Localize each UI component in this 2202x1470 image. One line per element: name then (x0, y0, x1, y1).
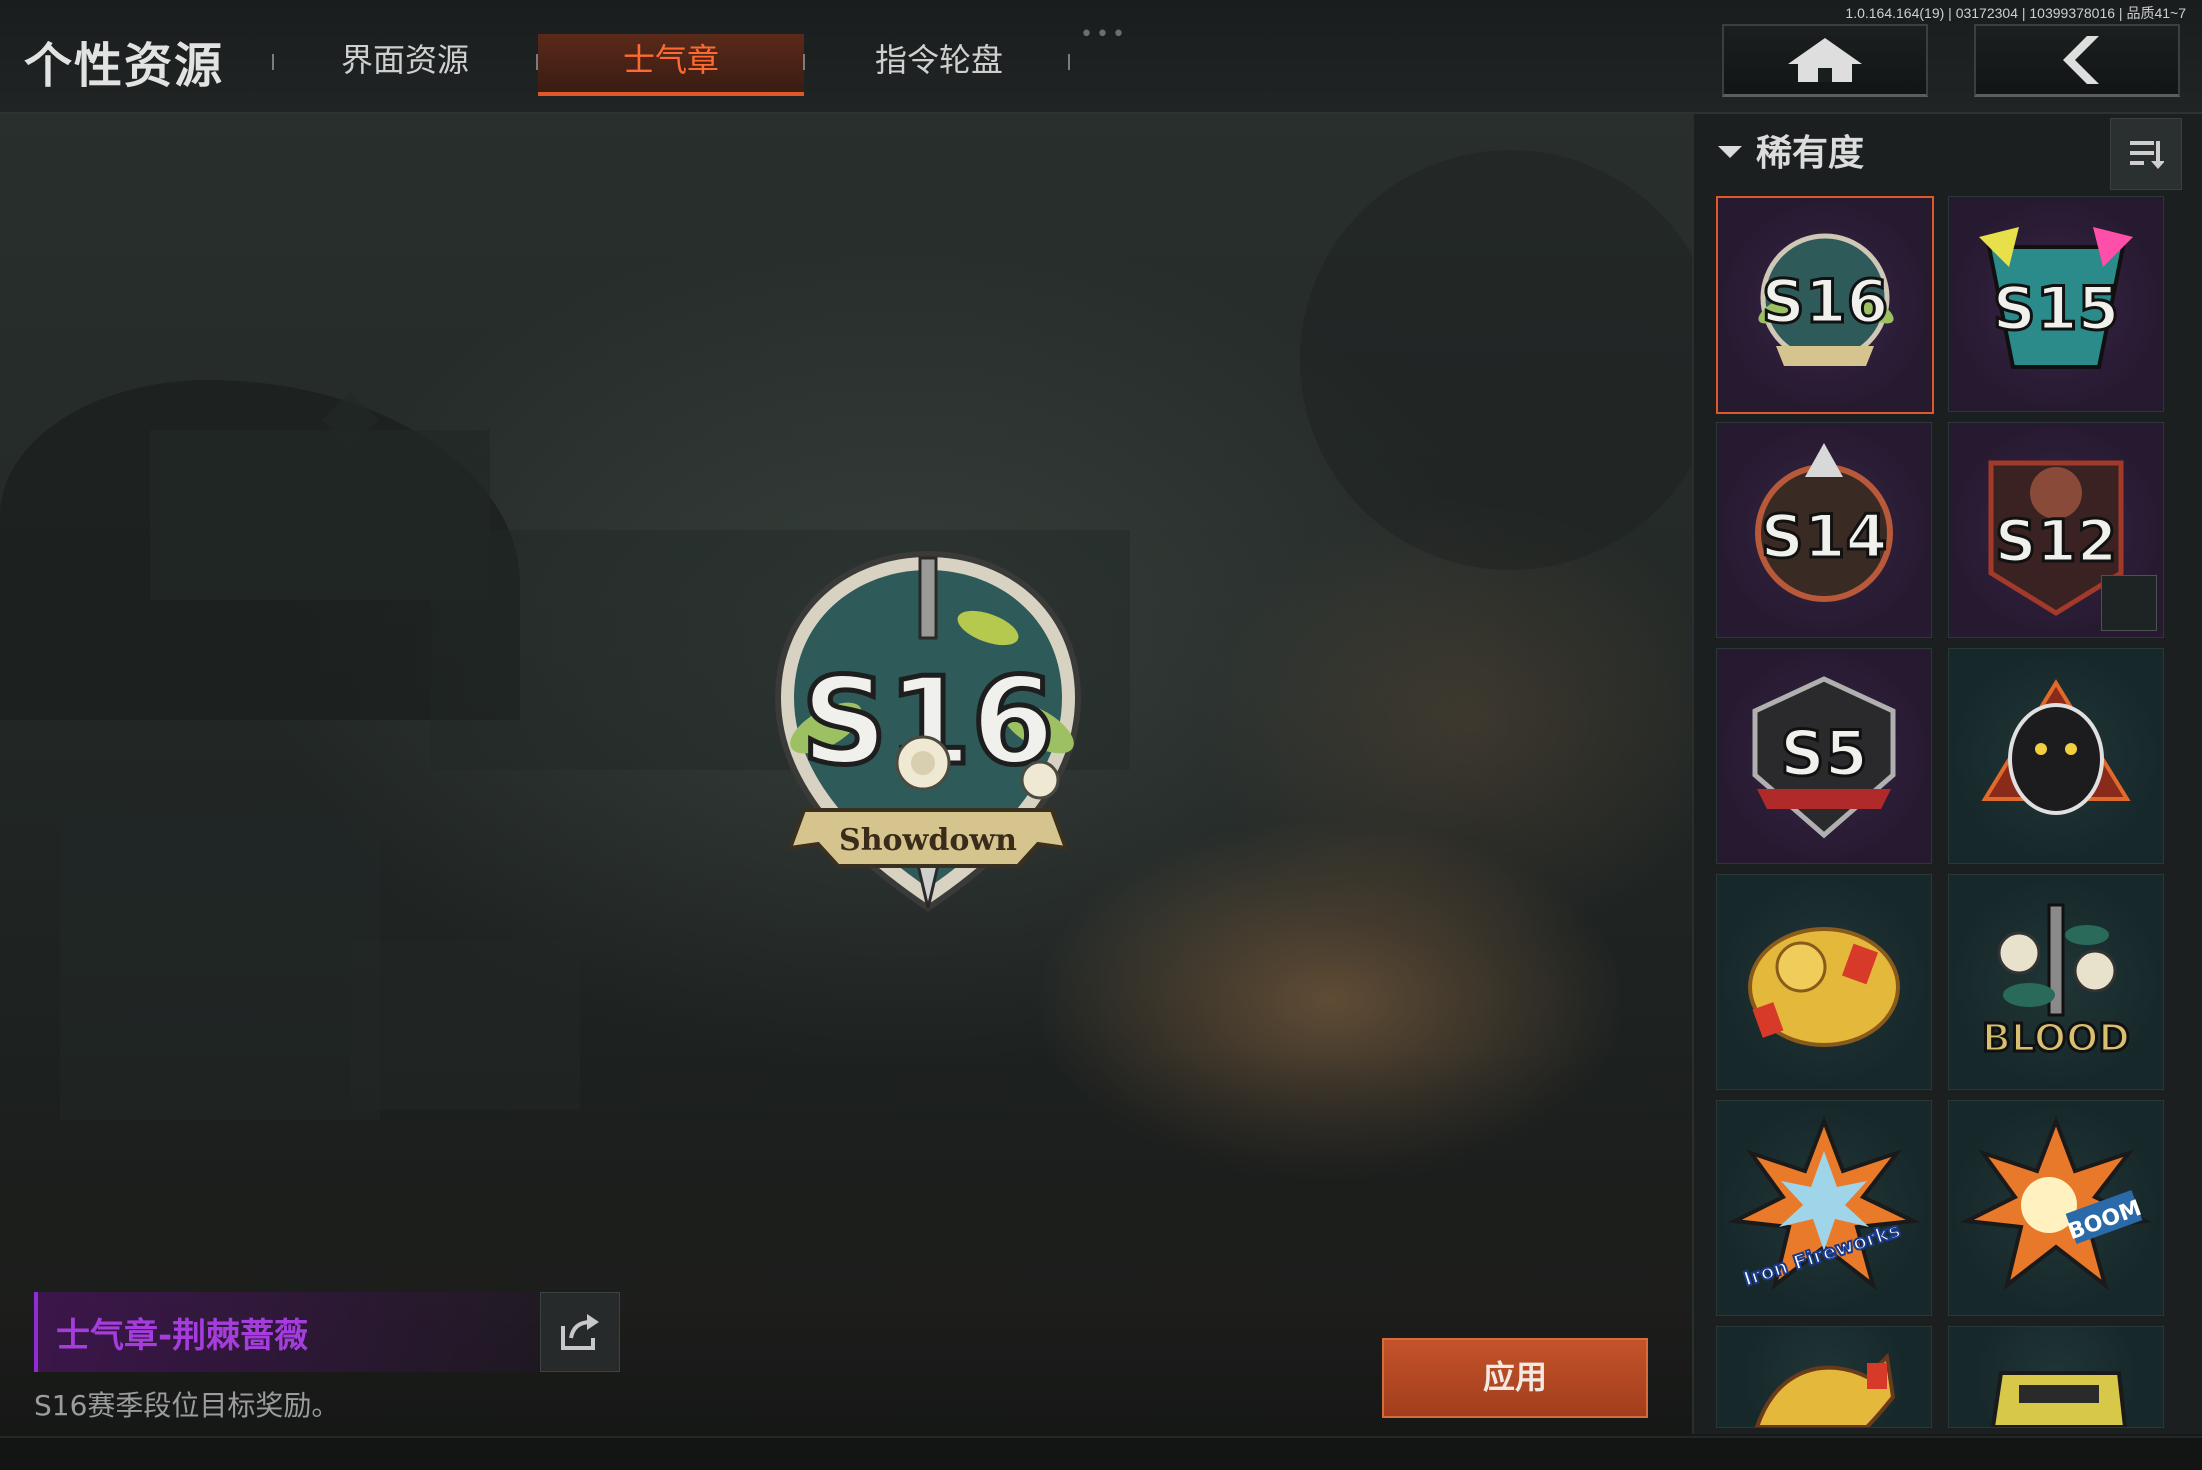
share-button[interactable] (540, 1292, 620, 1372)
item-name-box: 士气章-荆棘蔷薇 (34, 1292, 538, 1372)
tab-separator (272, 54, 274, 70)
chevron-down-icon[interactable] (1718, 146, 1742, 158)
badge-item-s14[interactable]: S14 (1716, 422, 1932, 638)
badge-item-label: BLOOD (1982, 1016, 2130, 1060)
badge-item-boom[interactable]: BOOM (1948, 1100, 2164, 1316)
badge-item-label: S5 (1780, 717, 1868, 790)
tab-interface-resources[interactable]: 界面资源 (300, 34, 510, 92)
tab-separator (803, 54, 805, 70)
badge-item-label: S16 (1762, 267, 1889, 337)
tab-morale-badge[interactable]: 士气章 (538, 34, 804, 96)
badge-item-s5[interactable]: S5 (1716, 648, 1932, 864)
tab-separator (1068, 54, 1070, 70)
home-icon (1788, 38, 1862, 82)
badge-list-panel: 稀有度 S16 S15 S14 S12 S5 BLOOD Iron Firewo… (1692, 114, 2202, 1434)
badge-ribbon: Showdown (839, 823, 1017, 858)
rarity-filter[interactable]: 稀有度 (1756, 124, 1864, 176)
badge-item-blood[interactable]: BLOOD (1948, 874, 2164, 1090)
owned-indicator-icon (2101, 575, 2157, 631)
share-icon (561, 1314, 599, 1350)
page-title: 个性资源 (24, 38, 225, 94)
item-description: S16赛季段位目标奖励。 (34, 1389, 340, 1422)
version-info: 1.0.164.164(19) | 03172304 | 10399378016… (1845, 5, 2186, 21)
sort-icon (2130, 141, 2164, 169)
back-button[interactable] (1974, 24, 2180, 97)
top-bar: 个性资源 界面资源 士气章 指令轮盘 ••• 1.0.164.164(19) |… (0, 0, 2202, 114)
badge-item-golden-lion[interactable] (1716, 874, 1932, 1090)
home-button[interactable] (1722, 24, 1928, 97)
badge-item-label: S12 (1995, 507, 2118, 575)
sort-button[interactable] (2110, 118, 2182, 190)
badge-item-panther[interactable] (1948, 648, 2164, 864)
bottom-strip (0, 1436, 2202, 1470)
badge-item-label: S15 (1993, 274, 2120, 344)
more-dots[interactable]: ••• (1080, 22, 1128, 47)
tab-command-wheel[interactable]: 指令轮盘 (834, 34, 1044, 92)
item-name: 士气章-荆棘蔷薇 (56, 1316, 309, 1356)
badge-item-s15[interactable]: S15 (1948, 196, 2164, 412)
selected-badge-preview: S16 Showdown (774, 550, 1082, 912)
badge-item-label: S14 (1761, 502, 1888, 572)
badge-item-s16[interactable]: S16 (1716, 196, 1934, 414)
badge-item-horse[interactable] (1716, 1326, 1932, 1428)
apply-button[interactable]: 应用 (1382, 1338, 1648, 1418)
back-chevron-icon (2063, 36, 2099, 84)
badge-item-s12[interactable]: S12 (1948, 422, 2164, 638)
badge-item-iron-fireworks[interactable]: Iron Fireworks (1716, 1100, 1932, 1316)
badge-item-yellow-creature[interactable] (1948, 1326, 2164, 1428)
